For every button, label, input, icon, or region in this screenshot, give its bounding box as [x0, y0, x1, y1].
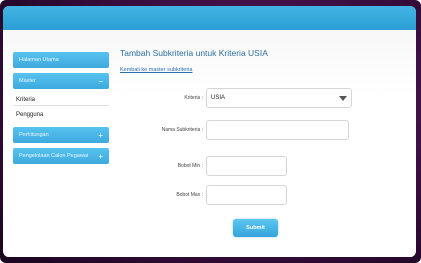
- form-row-bobot-max: Bobot Max :: [120, 185, 400, 205]
- chevron-down-icon: [339, 95, 347, 101]
- expand-icon: +: [98, 130, 103, 140]
- content-area: Halaman Utama Master − Kriteria Pengguna…: [3, 30, 416, 257]
- main-panel: Tambah Subkriteria untuk Kriteria USIA K…: [120, 48, 400, 237]
- sidebar-item-pengelolaan-calon-pegawai[interactable]: Pengelolaan Calon Pegawai +: [13, 148, 109, 164]
- nama-subkriteria-label: Nama Subkriteria :: [161, 127, 203, 133]
- bobot-min-input[interactable]: [206, 156, 287, 176]
- kriteria-select[interactable]: USIA: [206, 88, 352, 108]
- sidebar-subitem-pengguna[interactable]: Pengguna: [13, 109, 109, 121]
- nama-subkriteria-input[interactable]: [206, 120, 349, 140]
- bobot-max-input[interactable]: [206, 185, 287, 205]
- sidebar: Halaman Utama Master − Kriteria Pengguna…: [13, 52, 109, 169]
- desktop-background: Halaman Utama Master − Kriteria Pengguna…: [0, 0, 421, 263]
- back-link[interactable]: Kembali ke master subkriteria: [120, 67, 192, 73]
- bobot-max-label: Bobot Max :: [176, 192, 203, 198]
- expand-icon: +: [98, 151, 103, 161]
- header-bar: [3, 6, 416, 30]
- bobot-min-label: Bobot Min :: [177, 163, 203, 169]
- form-row-bobot-min: Bobot Min :: [120, 156, 400, 176]
- sidebar-item-perhitungan[interactable]: Perhitungan +: [13, 127, 109, 143]
- sidebar-item-halaman-utama[interactable]: Halaman Utama: [13, 52, 109, 68]
- form-row-nama: Nama Subkriteria :: [120, 120, 400, 140]
- sidebar-item-label: Pengelolaan Calon Pegawai: [19, 153, 89, 159]
- page-title: Tambah Subkriteria untuk Kriteria USIA: [120, 48, 268, 58]
- app-window: Halaman Utama Master − Kriteria Pengguna…: [3, 6, 416, 257]
- sidebar-item-master[interactable]: Master −: [13, 73, 109, 89]
- kriteria-label: Kriteria :: [184, 95, 203, 101]
- submit-button[interactable]: Submit: [233, 219, 278, 237]
- collapse-icon: −: [98, 76, 103, 86]
- kriteria-selected-value: USIA: [211, 95, 226, 101]
- sidebar-item-label: Perhitungan: [19, 132, 49, 138]
- sidebar-item-label: Master: [19, 78, 36, 84]
- sidebar-item-label: Halaman Utama: [19, 57, 59, 63]
- form-row-kriteria: Kriteria : USIA: [120, 88, 400, 108]
- sidebar-subitem-kriteria[interactable]: Kriteria: [13, 94, 109, 106]
